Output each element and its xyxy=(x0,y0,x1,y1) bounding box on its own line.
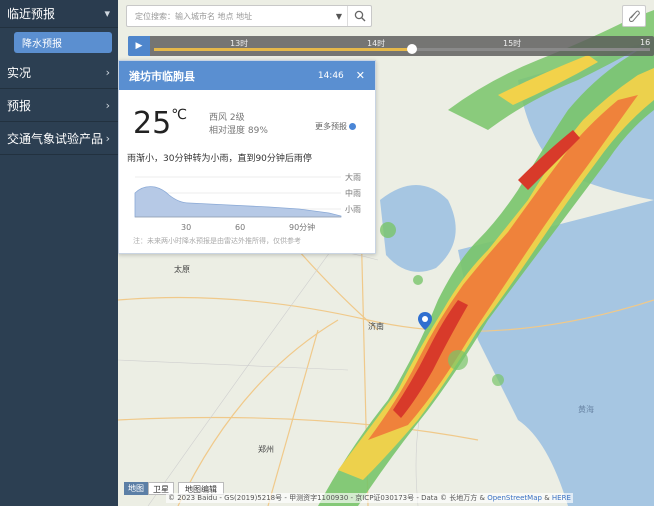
sidebar-item-label: 实况 xyxy=(7,65,32,80)
map-view[interactable]: 太原 济南 郑州 黄海 定位搜索：输入城市名 地点 地址 ▼ ▶ 13时 14时… xyxy=(118,0,654,506)
x-tick-label: 60 xyxy=(235,223,245,232)
sidebar-item-label: 交通气象试验产品 xyxy=(7,131,104,146)
sidebar-subitem-precip[interactable]: 降水预报 xyxy=(0,28,118,56)
popup-temperature: 25℃ xyxy=(133,106,187,141)
timeline-bar: ▶ 13时 14时 15时 16 xyxy=(128,36,654,56)
timeline-handle[interactable] xyxy=(406,44,417,54)
popup-header: 潍坊市临朐县 14:46 ✕ xyxy=(119,61,375,90)
dropdown-caret-icon[interactable]: ▼ xyxy=(331,12,347,21)
sidebar-item-nowcast[interactable]: 临近预报 ▾ xyxy=(0,0,118,28)
more-forecast-label: 更多预报 xyxy=(315,122,347,131)
play-button[interactable]: ▶ xyxy=(128,36,150,56)
search-bar: 定位搜索：输入城市名 地点 地址 ▼ xyxy=(126,5,372,27)
city-label: 太原 xyxy=(174,265,190,274)
basemap-map-button[interactable]: 地图 xyxy=(124,482,148,495)
more-forecast-link[interactable]: 更多预报 xyxy=(315,121,356,132)
temp-value: 25 xyxy=(133,106,172,141)
x-tick-label: 90分钟 xyxy=(289,222,315,232)
sidebar-item-forecast[interactable]: 预报 › xyxy=(0,89,118,122)
chevron-down-icon: ▾ xyxy=(104,7,110,20)
sidebar-item-label: 临近预报 xyxy=(7,7,56,21)
x-tick-label: 30 xyxy=(181,223,191,232)
level-label: 小雨 xyxy=(345,205,361,214)
chevron-right-icon: › xyxy=(105,131,110,145)
sidebar-subitem-label: 降水预报 xyxy=(14,31,112,53)
sea-label: 黄海 xyxy=(578,405,594,414)
copyright-text: © 2023 Baidu - GS(2019)5218号 - 甲测资字11009… xyxy=(168,494,485,502)
location-pin-icon[interactable] xyxy=(418,312,432,330)
sidebar-item-observation[interactable]: 实况 › xyxy=(0,56,118,89)
osm-link[interactable]: OpenStreetMap xyxy=(487,494,542,502)
precip-area xyxy=(134,186,342,218)
search-button[interactable] xyxy=(347,6,371,26)
timeline-track[interactable] xyxy=(154,44,650,54)
popup-humidity: 相对湿度 89% xyxy=(209,126,268,136)
timeline-progress xyxy=(154,48,412,51)
app-root: 临近预报 ▾ 降水预报 实况 › 预报 › 交通气象试验产品 › 太原 济南 郑… xyxy=(0,0,654,506)
popup-note: 注：未来两小时降水预报是由雷达外推所得，仅供参考 xyxy=(133,237,301,245)
here-link[interactable]: HERE xyxy=(552,494,571,502)
close-icon[interactable]: ✕ xyxy=(356,69,365,82)
sidebar-item-label: 预报 xyxy=(7,98,32,113)
chevron-right-icon: › xyxy=(105,98,110,112)
search-icon xyxy=(354,10,365,22)
map-copyright: © 2023 Baidu - GS(2019)5218号 - 甲测资字11009… xyxy=(166,493,573,503)
precip-chart: 30 60 90分钟 大雨 中雨 小雨 xyxy=(134,173,361,232)
popup-description: 雨渐小，30分钟转为小雨，直到90分钟后雨停 xyxy=(127,154,312,164)
timeline-label: 16 xyxy=(640,38,651,47)
city-label: 郑州 xyxy=(258,445,274,454)
clip-button[interactable] xyxy=(622,5,646,27)
arrow-circle-icon xyxy=(349,123,356,130)
popup-place: 潍坊市临朐县 xyxy=(129,69,195,83)
paperclip-icon xyxy=(629,10,640,22)
search-input[interactable]: 定位搜索：输入城市名 地点 地址 xyxy=(127,11,331,22)
popup-wind: 西风 2级 xyxy=(209,113,245,123)
sidebar-item-traffic[interactable]: 交通气象试验产品 › xyxy=(0,122,118,155)
temp-unit: ℃ xyxy=(171,107,187,123)
city-label: 济南 xyxy=(368,322,384,331)
sidebar: 临近预报 ▾ 降水预报 实况 › 预报 › 交通气象试验产品 › xyxy=(0,0,118,506)
level-label: 中雨 xyxy=(345,188,361,198)
weather-popup: 潍坊市临朐县 14:46 ✕ 25℃ 西风 2级 相对湿度 89% 更多预报 雨… xyxy=(118,60,376,254)
level-label: 大雨 xyxy=(345,173,361,182)
chevron-right-icon: › xyxy=(105,65,110,79)
copyright-amp: & xyxy=(544,494,550,502)
popup-time: 14:46 xyxy=(317,70,344,81)
